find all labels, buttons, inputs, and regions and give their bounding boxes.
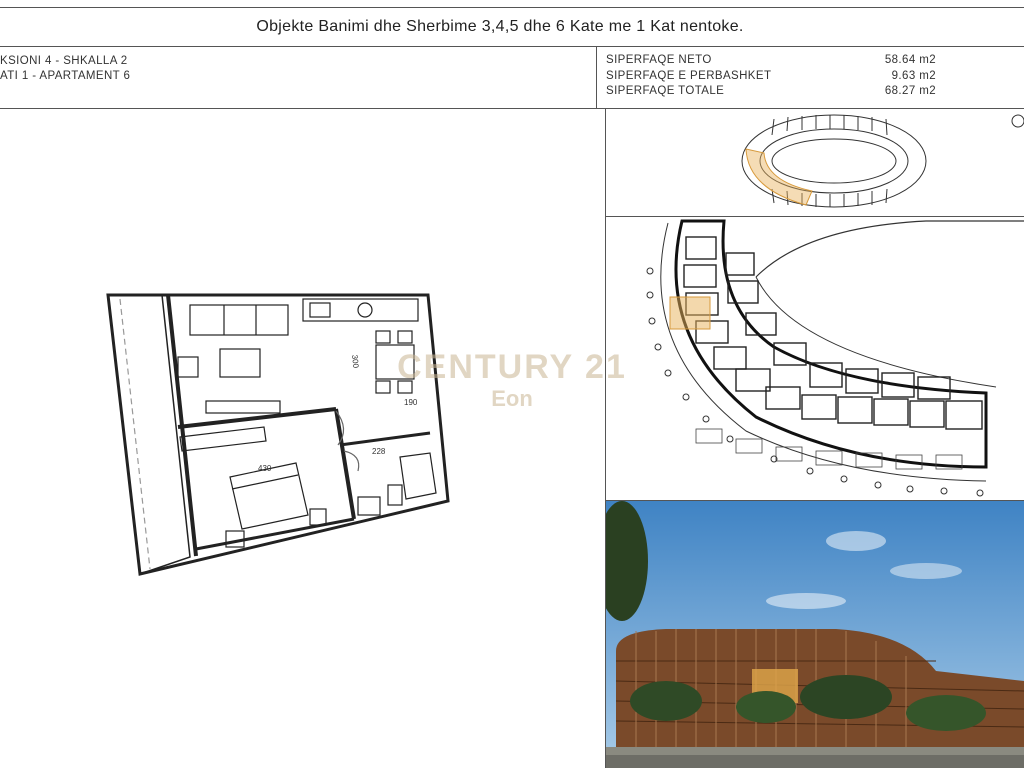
- area-label: SIPERFAQE E PERBASHKET: [606, 69, 772, 82]
- top-border-line: [0, 7, 1024, 8]
- site-plan-drawing: [646, 219, 1024, 497]
- building-rendering-image: [606, 501, 1024, 768]
- area-row-total: SIPERFAQE TOTALE 68.27 m2: [606, 84, 936, 100]
- dimension-living: 300: [350, 354, 360, 369]
- area-table: SIPERFAQE NETO 58.64 m2 SIPERFAQE E PERB…: [606, 53, 936, 100]
- highlighted-unit-marker: [745, 148, 813, 206]
- key-plan: [606, 109, 1024, 216]
- building-rendering: [606, 501, 1024, 768]
- floor-line: ATI 1 - APARTAMENT 6: [0, 70, 131, 82]
- document-sheet: Objekte Banimi dhe Sherbime 3,4,5 dhe 6 …: [0, 0, 1024, 768]
- dimension-bath: 228: [372, 447, 386, 456]
- area-value: 9.63 m2: [891, 69, 936, 82]
- apartment-floor-plan: 300 430 228 190: [0, 109, 605, 768]
- document-title: Objekte Banimi dhe Sherbime 3,4,5 dhe 6 …: [256, 18, 744, 35]
- title-divider-line: [0, 46, 1024, 47]
- site-plan: [606, 217, 1024, 500]
- area-value: 68.27 m2: [884, 85, 936, 97]
- north-arrow-icon: [1011, 114, 1024, 128]
- apartment-info: KSIONI 4 - SHKALLA 2 ATI 1 - APARTAMENT …: [0, 54, 130, 84]
- highlighted-apartment-marker: [669, 296, 711, 330]
- floor-plan-drawing: 300 430 228 190: [106, 293, 450, 576]
- dimension-bedroom: 430: [258, 464, 272, 473]
- info-column-divider: [596, 46, 597, 108]
- section-line: KSIONI 4 - SHKALLA 2: [0, 55, 128, 67]
- area-row-net: SIPERFAQE NETO 58.64 m2: [606, 53, 936, 69]
- key-plan-drawing: [741, 114, 1024, 208]
- area-label: SIPERFAQE NETO: [606, 54, 712, 66]
- area-row-common: SIPERFAQE E PERBASHKET 9.63 m2: [606, 69, 936, 85]
- area-label: SIPERFAQE TOTALE: [606, 85, 725, 97]
- area-value: 58.64 m2: [884, 54, 936, 66]
- dimension-hall: 190: [404, 398, 418, 407]
